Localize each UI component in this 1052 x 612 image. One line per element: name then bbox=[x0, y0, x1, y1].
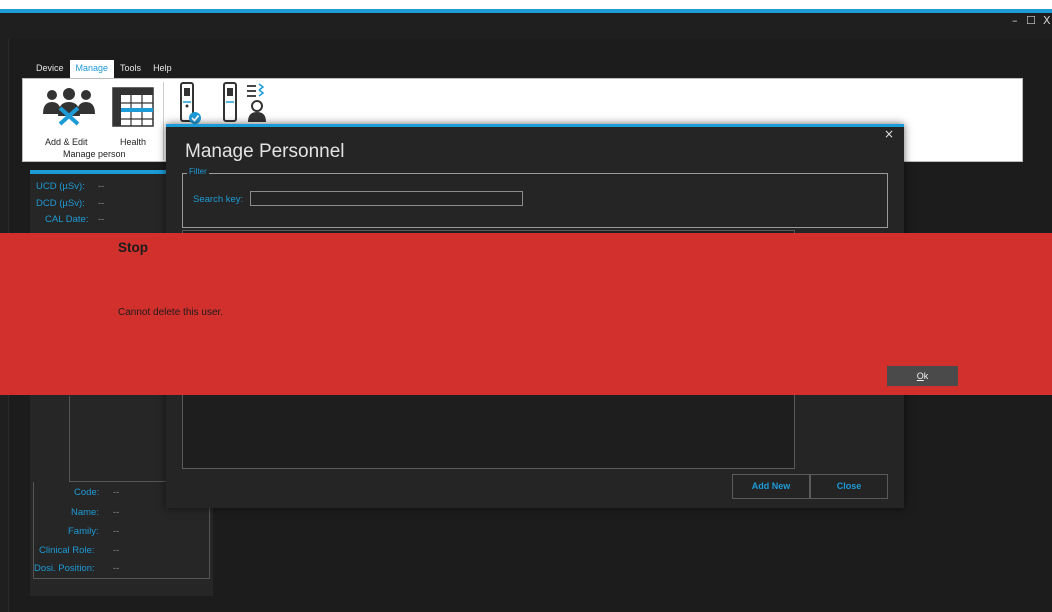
dcd-value: -- bbox=[98, 198, 105, 209]
manage-person-group-label: Manage person bbox=[63, 149, 126, 159]
close-button[interactable]: Close bbox=[810, 474, 888, 499]
clinical-role-value: -- bbox=[113, 545, 120, 556]
stop-message: Cannot delete this user. bbox=[118, 307, 224, 318]
close-window-button[interactable]: X bbox=[1043, 15, 1051, 27]
ok-label-rest: k bbox=[923, 371, 929, 381]
family-value: -- bbox=[113, 526, 120, 537]
filter-legend: Filter bbox=[187, 167, 209, 176]
grid-table-icon bbox=[112, 87, 154, 127]
stop-title: Stop bbox=[118, 240, 148, 255]
dosi-position-label: Dosi. Position: bbox=[34, 563, 95, 574]
ucd-value: -- bbox=[98, 181, 105, 192]
name-label: Name: bbox=[71, 507, 99, 518]
search-key-input[interactable] bbox=[250, 191, 523, 206]
menu-bar: Device Manage Tools Help bbox=[8, 60, 178, 78]
code-value: -- bbox=[113, 487, 120, 498]
ok-button[interactable]: Ok bbox=[887, 366, 958, 386]
add-edit-label: Add & Edit bbox=[45, 137, 88, 147]
menu-item-tools[interactable]: Tools bbox=[114, 60, 147, 78]
health-button[interactable] bbox=[112, 87, 154, 132]
menu-item-help[interactable]: Help bbox=[147, 60, 178, 78]
menu-item-device[interactable]: Device bbox=[30, 60, 70, 78]
code-label: Code: bbox=[74, 487, 100, 498]
ucd-label: UCD (µSv): bbox=[36, 181, 85, 192]
add-new-button[interactable]: Add New bbox=[732, 474, 810, 499]
name-value: -- bbox=[113, 507, 120, 518]
people-edit-icon bbox=[43, 88, 95, 126]
menu-item-manage[interactable]: Manage bbox=[69, 60, 115, 78]
clinical-role-label: Clinical Role: bbox=[39, 545, 95, 556]
cal-date-label: CAL Date: bbox=[45, 214, 89, 225]
dosi-position-value: -- bbox=[113, 563, 120, 574]
dosimeter-person-list-icon bbox=[223, 82, 266, 122]
ribbon-separator bbox=[163, 82, 164, 160]
dialog-close-icon[interactable]: × bbox=[884, 127, 894, 141]
dialog-title: Manage Personnel bbox=[185, 141, 345, 162]
add-edit-person-button[interactable] bbox=[40, 86, 98, 135]
dcd-label: DCD (µSv): bbox=[36, 198, 85, 209]
health-label: Health bbox=[120, 137, 147, 147]
minimize-button[interactable]: – bbox=[1012, 15, 1018, 27]
device-assign-button[interactable] bbox=[179, 82, 205, 129]
dosimeter-check-icon bbox=[180, 82, 201, 124]
ok-mnemonic: O bbox=[916, 371, 924, 381]
search-key-label: Search key: bbox=[193, 194, 244, 205]
maximize-button[interactable]: ☐ bbox=[1026, 15, 1036, 27]
device-person-list-button[interactable] bbox=[222, 82, 270, 129]
family-label: Family: bbox=[68, 526, 99, 537]
cal-date-value: -- bbox=[98, 214, 105, 225]
